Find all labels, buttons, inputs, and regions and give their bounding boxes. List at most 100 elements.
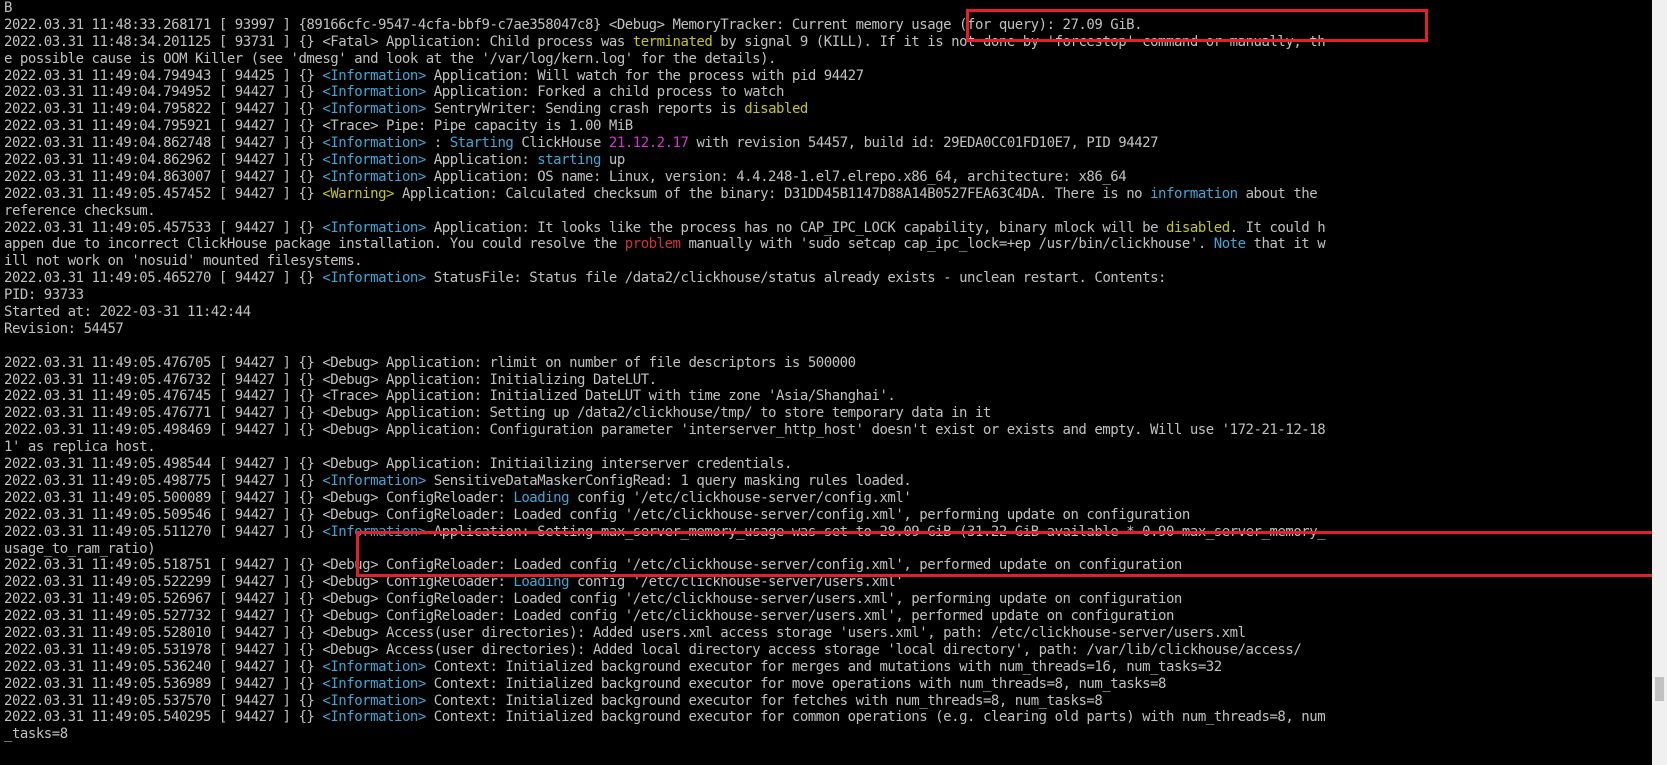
log-segment: terminated: [632, 33, 713, 50]
log-line: 2022.03.31 11:49:05.457533 [ 94427 ] {} …: [4, 220, 1652, 237]
log-line: 2022.03.31 11:49:05.498544 [ 94427 ] {} …: [4, 456, 1652, 473]
log-line: 2022.03.31 11:49:05.498469 [ 94427 ] {} …: [4, 422, 1652, 439]
log-line: 1' as replica host.: [4, 439, 1652, 456]
log-line: PID: 93733: [4, 287, 1652, 304]
log-segment: disabled: [1166, 219, 1230, 236]
log-line: 2022.03.31 11:49:05.476732 [ 94427 ] {} …: [4, 372, 1652, 389]
log-line: 2022.03.31 11:49:04.863007 [ 94427 ] {} …: [4, 169, 1652, 186]
log-segment: usage_to_ram_ratio): [4, 540, 156, 557]
log-segment: Note: [1213, 236, 1246, 253]
log-segment: 2022.03.31 11:49:04.863007 [ 94427 ] {}: [4, 168, 323, 185]
log-line: 2022.03.31 11:49:05.509546 [ 94427 ] {} …: [4, 507, 1652, 524]
log-line: 2022.03.31 11:49:04.794952 [ 94427 ] {} …: [4, 84, 1652, 101]
log-line: ill not work on 'nosuid' mounted filesys…: [4, 253, 1652, 270]
highlight-box-memory-usage: [966, 9, 1428, 42]
log-line: 2022.03.31 11:49:05.526967 [ 94427 ] {} …: [4, 591, 1652, 608]
log-segment: appen due to incorrect ClickHouse packag…: [4, 236, 625, 253]
log-line: e possible cause is OOM Killer (see 'dme…: [4, 51, 1652, 68]
log-line: 2022.03.31 11:49:05.536240 [ 94427 ] {} …: [4, 659, 1652, 676]
log-segment: 2022.03.31 11:49:04.794943 [ 94425 ] {}: [4, 67, 323, 84]
log-segment: <Information>: [322, 658, 426, 675]
log-line: 2022.03.31 11:49:05.540295 [ 94427 ] {} …: [4, 709, 1652, 726]
log-segment: 2022.03.31 11:49:05.526967 [ 94427 ] {} …: [4, 591, 1182, 608]
log-segment: manually with 'sudo setcap cap_ipc_lock=…: [680, 236, 1214, 253]
log-segment: Starting: [449, 135, 514, 152]
log-segment: 21.12.2.17: [608, 135, 689, 152]
log-segment: :: [425, 135, 450, 152]
log-segment: Application: Calculated checksum of the …: [394, 185, 1151, 202]
log-segment: about the: [1237, 185, 1318, 202]
log-segment: 2022.03.31 11:49:05.540295 [ 94427 ] {}: [4, 709, 323, 726]
log-segment: 2022.03.31 11:49:04.862748 [ 94427 ] {}: [4, 135, 323, 152]
log-segment: Revision: 54457: [4, 320, 124, 337]
scrollbar-thumb[interactable]: [1655, 677, 1664, 701]
log-segment: 2022.03.31 11:49:05.498469 [ 94427 ] {} …: [4, 422, 1326, 439]
log-segment: Context: Initialized background executor…: [425, 709, 1326, 726]
log-segment: up: [600, 152, 625, 169]
log-segment: 2022.03.31 11:49:05.476771 [ 94427 ] {} …: [4, 405, 991, 422]
log-segment: 1' as replica host.: [4, 439, 156, 456]
log-segment: Loading: [513, 489, 570, 506]
log-segment: <Information>: [322, 675, 426, 692]
log-segment: <Information>: [322, 219, 426, 236]
log-segment: <Information>: [322, 84, 426, 101]
log-segment: SentryWriter: Sending crash reports is: [425, 101, 745, 118]
log-segment: 2022.03.31 11:49:04.795822 [ 94427 ] {}: [4, 101, 323, 118]
log-segment: 2022.03.31 11:49:05.536989 [ 94427 ] {}: [4, 675, 323, 692]
log-segment: <Information>: [322, 472, 426, 489]
log-segment: _tasks=8: [4, 726, 68, 743]
log-line: 2022.03.31 11:49:05.476771 [ 94427 ] {} …: [4, 405, 1652, 422]
log-line: 2022.03.31 11:49:05.537570 [ 94427 ] {} …: [4, 693, 1652, 710]
log-segment: disabled: [744, 101, 808, 118]
log-segment: ill not work on 'nosuid' mounted filesys…: [4, 253, 363, 270]
log-segment: 2022.03.31 11:49:05.457533 [ 94427 ] {}: [4, 219, 323, 236]
vertical-scrollbar[interactable]: [1652, 0, 1667, 765]
log-segment: 2022.03.31 11:48:34.201125 [ 93731 ] {} …: [4, 33, 633, 50]
log-segment: <Information>: [322, 135, 426, 152]
log-line: 2022.03.31 11:49:05.498775 [ 94427 ] {} …: [4, 473, 1652, 490]
log-segment: 2022.03.31 11:49:05.465270 [ 94427 ] {}: [4, 270, 323, 287]
log-segment: Context: Initialized background executor…: [425, 675, 1167, 692]
log-segment: <Information>: [322, 692, 426, 709]
log-line: 2022.03.31 11:49:05.531978 [ 94427 ] {} …: [4, 642, 1652, 659]
log-segment: <Information>: [322, 709, 426, 726]
log-segment: 2022.03.31 11:49:05.528010 [ 94427 ] {} …: [4, 624, 1246, 641]
log-segment: 2022.03.31 11:49:05.500089 [ 94427 ] {} …: [4, 489, 514, 506]
log-segment: Application: Will watch for the process …: [425, 67, 864, 84]
log-segment: <Information>: [322, 101, 426, 118]
log-segment: 2022.03.31 11:49:04.862962 [ 94427 ] {}: [4, 152, 323, 169]
log-segment: Application: It looks like the process h…: [425, 219, 1166, 236]
log-line: 2022.03.31 11:49:05.457452 [ 94427 ] {} …: [4, 186, 1652, 203]
log-segment: <Warning>: [322, 185, 394, 202]
log-segment: config '/etc/clickhouse-server/config.xm…: [569, 489, 912, 506]
log-segment: Started at: 2022-03-31 11:42:44: [4, 304, 251, 321]
log-line: 2022.03.31 11:49:04.795921 [ 94427 ] {} …: [4, 118, 1652, 135]
log-segment: e possible cause is OOM Killer (see 'dme…: [4, 50, 776, 67]
log-segment: 2022.03.31 11:49:05.527732 [ 94427 ] {} …: [4, 608, 1174, 625]
log-segment: Application: OS name: Linux, version: 4.…: [425, 168, 1127, 185]
log-line: 2022.03.31 11:49:05.528010 [ 94427 ] {} …: [4, 625, 1652, 642]
log-segment: <Information>: [322, 67, 426, 84]
log-line: Started at: 2022-03-31 11:42:44: [4, 304, 1652, 321]
terminal-log-output[interactable]: B 2022.03.31 11:48:33.268171 [ 93997 ] {8…: [0, 0, 1652, 765]
log-segment: reference checksum.: [4, 202, 156, 219]
log-segment: information: [1150, 185, 1238, 202]
log-segment: 2022.03.31 11:49:05.509546 [ 94427 ] {} …: [4, 506, 1190, 523]
log-line: 2022.03.31 11:49:04.794943 [ 94425 ] {} …: [4, 68, 1652, 85]
log-segment: <Information>: [322, 270, 426, 287]
log-segment: Application: Forked a child process to w…: [425, 84, 785, 101]
log-segment: 2022.03.31 11:49:05.476745 [ 94427 ] {} …: [4, 388, 896, 405]
log-segment: 2022.03.31 11:49:05.476705 [ 94427 ] {} …: [4, 354, 856, 371]
log-segment: 2022.03.31 11:49:04.795921 [ 94427 ] {} …: [4, 118, 633, 135]
log-segment: . It could h: [1229, 219, 1326, 236]
log-segment: 2022.03.31 11:49:05.476732 [ 94427 ] {} …: [4, 371, 657, 388]
highlight-box-max-server-memory: [356, 531, 1659, 577]
log-line: 2022.03.31 11:49:04.795822 [ 94427 ] {} …: [4, 101, 1652, 118]
log-segment: 2022.03.31 11:49:05.531978 [ 94427 ] {} …: [4, 641, 1302, 658]
log-segment: PID: 93733: [4, 287, 84, 304]
log-segment: Application:: [425, 152, 538, 169]
log-segment: 2022.03.31 11:49:05.511270 [ 94427 ] {}: [4, 523, 323, 540]
log-segment: problem: [624, 236, 681, 253]
log-segment: 2022.03.31 11:49:05.536240 [ 94427 ] {}: [4, 658, 323, 675]
